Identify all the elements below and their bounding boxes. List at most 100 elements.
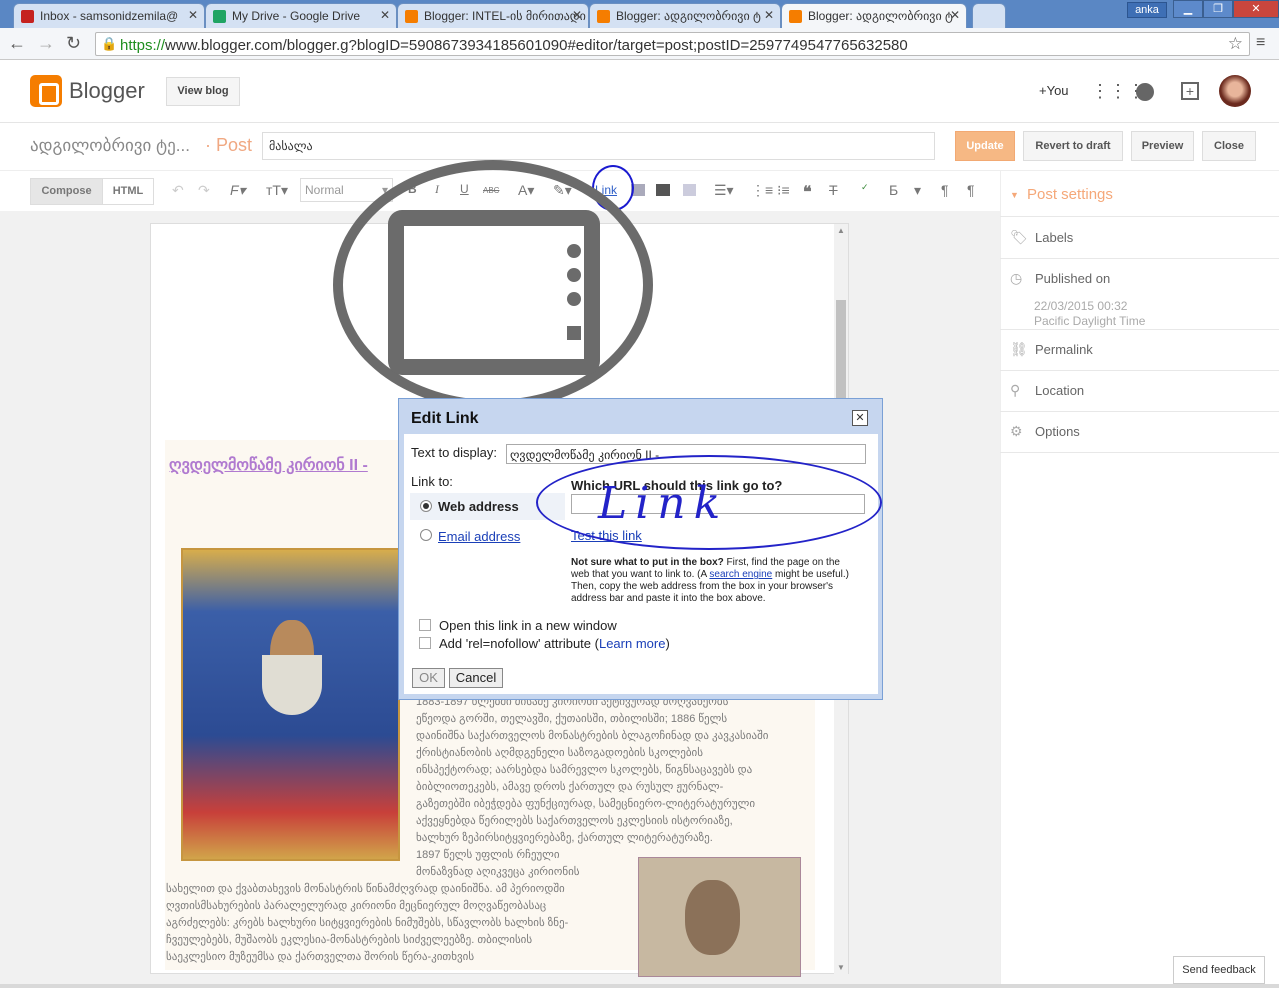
clock-icon: ◷ (1010, 270, 1023, 286)
learn-more-link[interactable]: Learn more (599, 636, 665, 651)
tab-blogger-local[interactable]: Blogger: ადგილობრივი ტ ✕ (589, 3, 781, 28)
input-tools-icon[interactable]: Б (889, 182, 898, 198)
post-paragraph-1: 1883-1897 წლებში მისამე კირიონი აქტივურა… (416, 694, 768, 864)
blogger-logo-icon[interactable] (30, 75, 62, 107)
nofollow-paren: ) (665, 636, 670, 651)
tab-drive[interactable]: My Drive - Google Drive ✕ (205, 3, 397, 28)
close-icon[interactable]: ✕ (950, 8, 960, 22)
text-line: ქრისტიანობის აღმდგენელი საზოგადოების სკო… (416, 747, 703, 759)
url-help-text: Not sure what to put in the box? First, … (571, 557, 861, 605)
dialog-close-icon[interactable]: ✕ (852, 410, 868, 426)
permalink-item[interactable]: Permalink (1035, 342, 1093, 357)
cancel-button[interactable]: Cancel (449, 668, 503, 688)
blogger-icon (405, 10, 418, 23)
email-address-radio[interactable] (420, 529, 432, 541)
revert-to-draft-button[interactable]: Revert to draft (1023, 131, 1123, 161)
gear-icon: ⚙ (1010, 423, 1023, 439)
text-line: ჩვეულებებს, მუშაობს ეკლესია-მონასტრების … (166, 934, 533, 946)
scroll-down-icon[interactable]: ▼ (837, 963, 845, 972)
open-new-window-checkbox[interactable] (419, 619, 431, 631)
location-item[interactable]: Location (1035, 383, 1084, 398)
star-icon[interactable]: ☆ (1228, 34, 1243, 54)
divider (1000, 258, 1279, 259)
align-icon[interactable]: ☰▾ (714, 182, 734, 199)
quote-icon[interactable]: ❝ (803, 182, 812, 202)
minimize-icon[interactable]: ▁ (1173, 0, 1203, 18)
published-on-item[interactable]: Published on (1035, 271, 1110, 286)
bullet-list-icon[interactable]: ⁝≡ (777, 182, 790, 199)
tab-blogger-active[interactable]: Blogger: ადგილობრივი ტ ✕ (781, 3, 967, 29)
format-select-value: Normal (305, 183, 344, 197)
compose-tab[interactable]: Compose (30, 178, 103, 205)
tv-screen-icon (388, 210, 600, 375)
divider (1000, 216, 1279, 217)
restore-icon[interactable]: ❐ (1203, 0, 1233, 18)
spellcheck-icon[interactable]: ✓ (861, 182, 869, 193)
menu-icon[interactable]: ≡ (1256, 34, 1265, 52)
undo-icon[interactable]: ↶ (172, 182, 184, 199)
view-blog-button[interactable]: View blog (166, 77, 240, 106)
options-item[interactable]: Options (1035, 424, 1080, 439)
close-icon[interactable]: ✕ (380, 8, 390, 22)
divider (1000, 329, 1279, 330)
font-family-icon[interactable]: F▾ (230, 182, 246, 199)
blog-name[interactable]: ადგილობრივი ტე... (30, 136, 190, 156)
notifications-icon[interactable] (1136, 83, 1154, 101)
rtl-icon[interactable]: ¶ (967, 182, 975, 198)
input-tools-dropdown-icon[interactable]: ▾ (914, 182, 921, 199)
tab-label: Blogger: INTEL-ის მირითადი (424, 9, 586, 23)
video-icon[interactable] (656, 184, 670, 196)
profile-badge[interactable]: anka (1127, 2, 1167, 18)
permalink-chain-icon: ⛓ (1010, 341, 1028, 357)
horizontal-scrollbar[interactable] (0, 984, 1279, 988)
divider (1000, 370, 1279, 371)
share-plus-icon[interactable]: + (1181, 82, 1199, 100)
close-button[interactable]: Close (1202, 131, 1256, 161)
preview-button[interactable]: Preview (1131, 131, 1194, 161)
tv-dot-icon (567, 292, 581, 306)
ok-button[interactable]: OK (412, 668, 445, 688)
email-address-link[interactable]: Email address (438, 529, 520, 544)
text-line: დაინიშნა საქართველოს მონასტრების ბლაგოჩი… (416, 730, 769, 742)
tab-blogger-intel[interactable]: Blogger: INTEL-ის მირითადი ✕ (397, 3, 589, 28)
font-size-icon[interactable]: тT▾ (266, 182, 288, 199)
close-icon[interactable]: ✕ (572, 8, 582, 22)
post-settings-heading[interactable]: Post settings (1027, 186, 1113, 203)
avatar[interactable] (1219, 75, 1251, 107)
ltr-icon[interactable]: ¶ (941, 182, 949, 198)
text-line: აქვეყნებდა წერილებს საქართველოს ეკლესიის… (416, 815, 733, 827)
update-button[interactable]: Update (955, 131, 1015, 161)
web-address-label[interactable]: Web address (438, 499, 519, 514)
close-icon[interactable]: ✕ (188, 8, 198, 22)
divider (1000, 411, 1279, 412)
text-line: ბიბლიოთეკებს, ამავე დროს ქართულ და რუსულ… (416, 781, 724, 793)
help-bold: Not sure what to put in the box? (571, 557, 724, 568)
plus-you-link[interactable]: +You (1039, 83, 1069, 98)
close-icon[interactable]: ✕ (764, 8, 774, 22)
labels-item[interactable]: Labels (1035, 230, 1073, 245)
lock-icon: 🔒 (101, 36, 118, 51)
post-title-input[interactable]: მასალა (262, 132, 935, 160)
redo-icon[interactable]: ↷ (198, 182, 210, 199)
tab-gmail[interactable]: Inbox - samsonidzemila@ ✕ (13, 3, 205, 28)
reload-icon[interactable]: ↻ (66, 33, 81, 54)
jump-break-icon[interactable] (683, 184, 696, 196)
tv-dot-icon (567, 268, 581, 282)
caret-down-icon: ▼ (1010, 190, 1019, 200)
new-tab-button[interactable] (972, 3, 1006, 28)
back-icon[interactable]: ← (8, 33, 26, 54)
blogger-header: Blogger View blog +You ⋮⋮⋮ + (0, 61, 1279, 123)
forward-icon[interactable]: → (37, 33, 55, 54)
scroll-up-icon[interactable]: ▲ (837, 226, 845, 235)
icon-beard (262, 655, 322, 715)
html-tab[interactable]: HTML (102, 178, 154, 205)
nofollow-checkbox[interactable] (419, 637, 431, 649)
remove-formatting-icon[interactable]: T (829, 182, 838, 198)
web-address-radio[interactable] (420, 500, 432, 512)
url-field[interactable]: 🔒 https://www.blogger.com/blogger.g?blog… (95, 32, 1250, 56)
send-feedback-button[interactable]: Send feedback (1173, 956, 1265, 984)
numbered-list-icon[interactable]: ⋮≡ (751, 182, 773, 199)
search-engine-link[interactable]: search engine (709, 569, 772, 580)
post-headline-link[interactable]: ღვდელმოწამე კირიონ II - (169, 455, 368, 475)
window-close-icon[interactable]: ✕ (1233, 0, 1279, 18)
